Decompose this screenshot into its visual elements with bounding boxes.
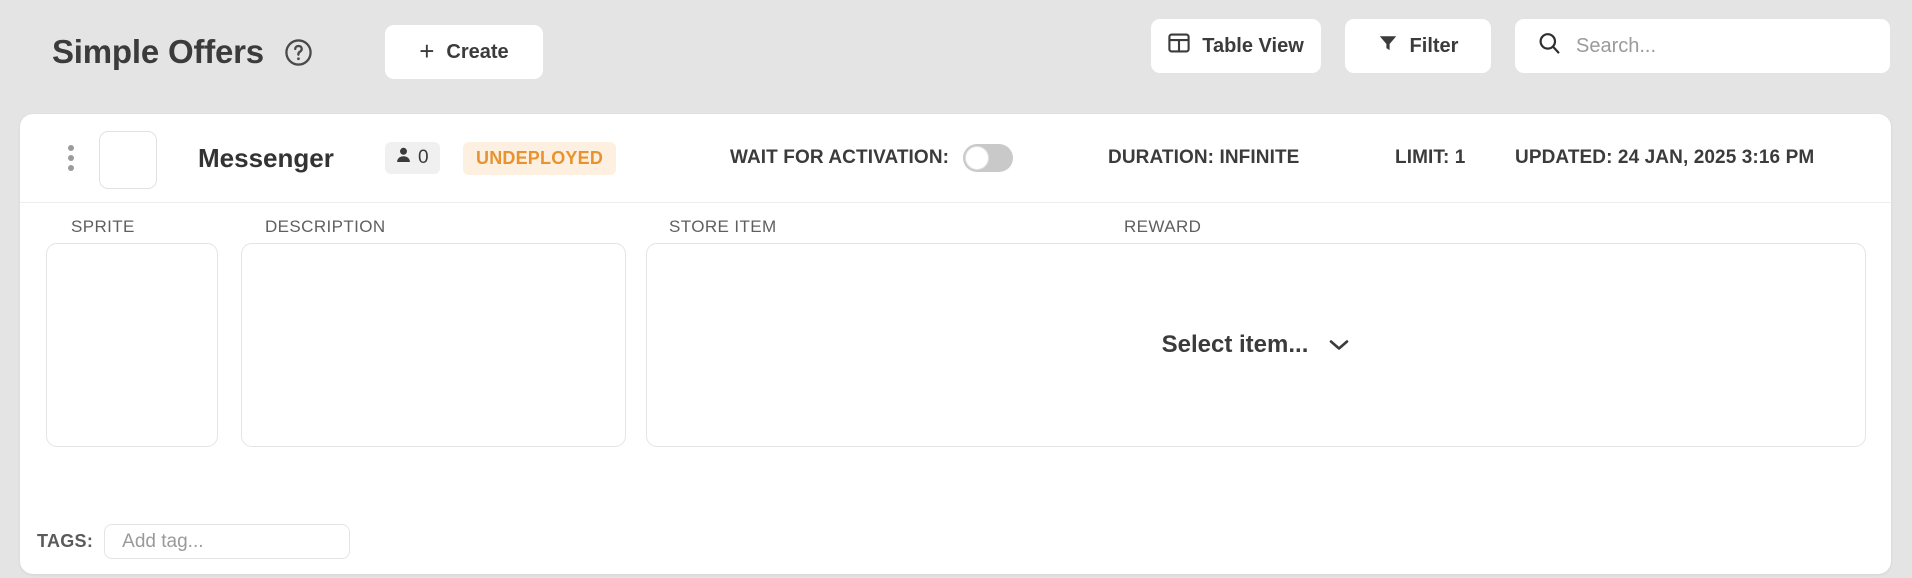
vertical-dots-drag-icon[interactable] xyxy=(65,142,77,174)
wait-for-activation-label: WAIT FOR ACTIVATION: xyxy=(730,147,950,168)
duration-label: DURATION: INFINITE xyxy=(1108,147,1300,168)
funnel-icon xyxy=(1378,33,1398,59)
tags-label: TAGS: xyxy=(37,531,94,551)
wait-for-activation-toggle[interactable] xyxy=(963,144,1014,172)
offer-meta-row: Messenger 0 UNDEPLOYED WAIT FOR ACTIVATI… xyxy=(20,114,1891,203)
add-tag-input[interactable] xyxy=(104,524,351,559)
page-title: Simple Offers xyxy=(52,33,264,70)
table-view-button-label: Table View xyxy=(1202,34,1304,57)
drag-dot xyxy=(68,155,74,161)
offer-card: Messenger 0 UNDEPLOYED WAIT FOR ACTIVATI… xyxy=(20,114,1891,574)
drag-dot xyxy=(68,165,74,171)
sprite-field[interactable] xyxy=(46,243,218,447)
audience-count-badge: 0 xyxy=(385,142,440,174)
limit-label: LIMIT: 1 xyxy=(1395,147,1466,168)
updated-label: UPDATED: 24 JAN, 2025 3:16 PM xyxy=(1515,147,1815,168)
offer-fields: Select item... xyxy=(20,243,1891,453)
column-label-sprite: SPRITE xyxy=(71,217,135,236)
tags-row: TAGS: xyxy=(37,524,351,559)
offer-name: Messenger xyxy=(198,142,334,173)
search-placeholder: Search... xyxy=(1576,34,1657,57)
drag-dot xyxy=(68,145,74,151)
description-field[interactable] xyxy=(241,243,626,447)
wait-for-activation: WAIT FOR ACTIVATION: xyxy=(730,144,1014,172)
column-labels: SPRITE DESCRIPTION STORE ITEM REWARD xyxy=(20,203,1891,243)
question-circle-icon[interactable] xyxy=(284,38,313,67)
filter-button-label: Filter xyxy=(1409,34,1459,57)
table-grid-icon xyxy=(1168,32,1190,60)
status-badge: UNDEPLOYED xyxy=(463,141,617,175)
create-button-label: Create xyxy=(446,40,509,63)
select-item-dropdown[interactable]: Select item... xyxy=(1162,331,1351,359)
app-header: Simple Offers + Create Table View Filter… xyxy=(0,0,1912,104)
column-label-store-item: STORE ITEM xyxy=(669,217,777,236)
magnifier-icon xyxy=(1537,31,1562,61)
select-item-label: Select item... xyxy=(1161,331,1309,358)
column-label-reward: REWARD xyxy=(1124,217,1202,236)
plus-icon: + xyxy=(419,36,435,66)
audience-count-value: 0 xyxy=(418,147,429,168)
table-view-button[interactable]: Table View xyxy=(1151,19,1321,73)
search-input[interactable]: Search... xyxy=(1515,19,1890,73)
column-label-description: DESCRIPTION xyxy=(265,217,386,236)
toggle-knob xyxy=(965,146,990,170)
offer-thumbnail[interactable] xyxy=(99,131,157,189)
filter-button[interactable]: Filter xyxy=(1345,19,1491,73)
create-button[interactable]: + Create xyxy=(384,25,543,79)
person-icon xyxy=(396,147,411,169)
header-tools: Table View Filter Search... xyxy=(1151,19,1890,73)
title-group: Simple Offers xyxy=(52,33,313,71)
store-item-reward-field[interactable]: Select item... xyxy=(646,243,1866,447)
chevron-down-icon xyxy=(1328,331,1350,359)
